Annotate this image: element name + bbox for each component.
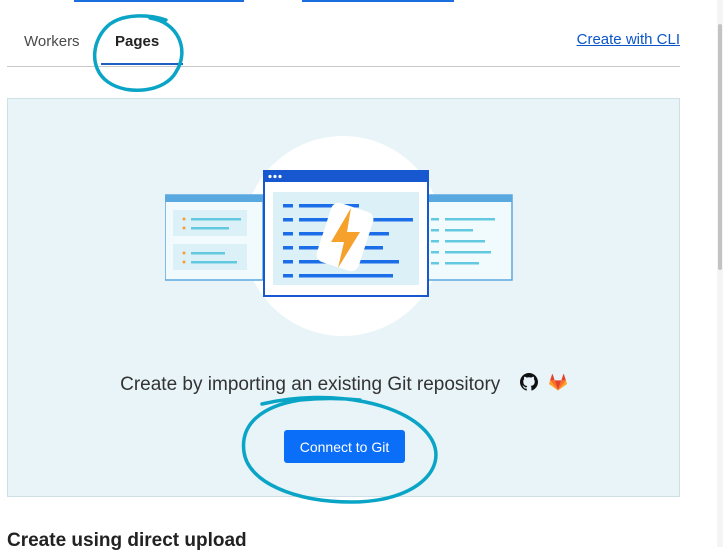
create-with-cli-link[interactable]: Create with CLI <box>577 31 680 48</box>
scrollbar-thumb[interactable] <box>718 24 722 270</box>
import-git-text: Create by importing an existing Git repo… <box>8 373 679 397</box>
active-tab-indicator <box>101 63 183 65</box>
right-window-graphic <box>419 194 513 281</box>
direct-upload-heading: Create using direct upload <box>7 530 247 551</box>
tab-workers[interactable]: Workers <box>24 33 80 50</box>
pages-illustration <box>165 136 513 336</box>
git-provider-icons <box>514 373 567 397</box>
tab-bar: Workers Pages Create with CLI <box>7 0 680 67</box>
gitlab-icon <box>548 373 567 397</box>
scrollbar[interactable] <box>717 0 723 547</box>
left-window-graphic <box>165 194 264 281</box>
import-git-label: Create by importing an existing Git repo… <box>120 374 501 396</box>
connect-to-git-button[interactable]: Connect to Git <box>284 430 405 463</box>
tab-pages[interactable]: Pages <box>115 33 159 50</box>
github-icon <box>519 373 538 397</box>
connect-git-card: Create by importing an existing Git repo… <box>7 98 680 497</box>
